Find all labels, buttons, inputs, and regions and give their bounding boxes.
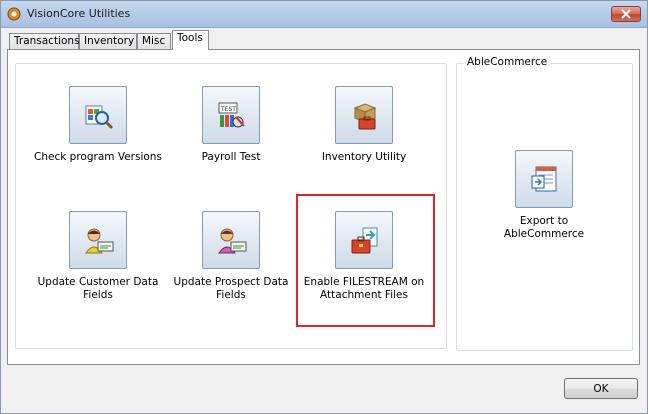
export-to-ablecommerce-button[interactable]: [515, 150, 573, 208]
check-program-versions-label: Check program Versions: [34, 151, 162, 163]
update-prospect-data-fields-label: Update Prospect Data Fields: [173, 276, 289, 301]
close-button[interactable]: [611, 6, 641, 22]
prospect-data-icon: [218, 228, 247, 254]
window-title: VisionCore Utilities: [27, 7, 131, 20]
tool-payroll-test: TEST Payroll Test: [166, 86, 296, 164]
utilities-window: VisionCore Utilities Transactions Invent…: [0, 0, 648, 414]
tool-update-prospect-data-fields: Update Prospect Data Fields: [166, 211, 296, 302]
user-data-icon: [85, 228, 114, 254]
toolbox-file-icon: [351, 227, 378, 254]
tools-tab-panel: AbleCommerce Check program Versions TEST…: [7, 49, 640, 365]
tab-tools[interactable]: Tools: [172, 30, 209, 50]
inventory-utility-label: Inventory Utility: [321, 151, 407, 163]
app-icon: [7, 7, 21, 21]
payroll-test-label: Payroll Test: [201, 151, 261, 163]
tab-misc[interactable]: Misc: [137, 33, 171, 49]
enable-filestream-button[interactable]: [335, 211, 393, 269]
close-icon: [621, 9, 631, 19]
tab-inventory[interactable]: Inventory: [79, 33, 137, 49]
tab-transactions[interactable]: Transactions: [9, 33, 80, 49]
export-to-ablecommerce-label: Export to AbleCommerce: [503, 215, 585, 240]
ok-button[interactable]: OK: [564, 378, 638, 399]
check-program-versions-button[interactable]: [69, 86, 127, 144]
export-window-icon: [531, 166, 557, 192]
ablecommerce-group-label: AbleCommerce: [464, 56, 551, 68]
inventory-utility-button[interactable]: [335, 86, 393, 144]
tool-enable-filestream: Enable FILESTREAM on Attachment Files: [299, 211, 429, 302]
tool-update-customer-data-fields: Update Customer Data Fields: [33, 211, 163, 302]
update-customer-data-fields-button[interactable]: [69, 211, 127, 269]
magnifier-cube-icon: [85, 105, 114, 130]
update-prospect-data-fields-button[interactable]: [202, 211, 260, 269]
payroll-test-icon: TEST: [218, 102, 245, 128]
tool-inventory-utility: Inventory Utility: [299, 86, 429, 164]
payroll-test-button[interactable]: TEST: [202, 86, 260, 144]
tool-export-to-ablecommerce: Export to AbleCommerce: [479, 150, 609, 241]
update-customer-data-fields-label: Update Customer Data Fields: [37, 276, 159, 301]
tool-check-program-versions: Check program Versions: [33, 86, 163, 164]
enable-filestream-label: Enable FILESTREAM on Attachment Files: [303, 276, 425, 301]
svg-text:TEST: TEST: [220, 106, 236, 113]
boxes-toolbox-icon: [353, 103, 377, 130]
title-bar[interactable]: VisionCore Utilities: [1, 1, 647, 28]
